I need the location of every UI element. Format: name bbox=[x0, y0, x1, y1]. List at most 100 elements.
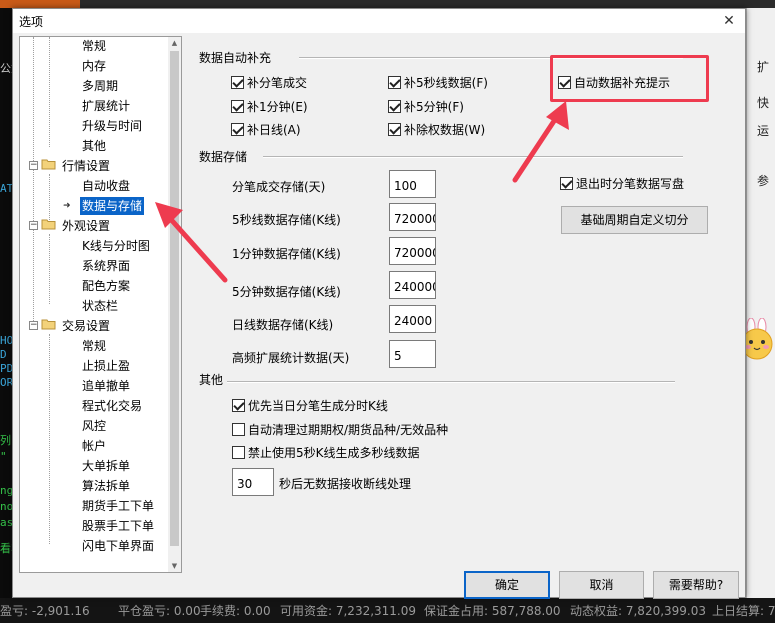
checkbox-label: 补5秒线数据(F) bbox=[404, 75, 488, 90]
daily-storage-label: 日线数据存储(K线) bbox=[232, 318, 334, 332]
status-item: 动态权益: 7,820,399.03 bbox=[570, 604, 707, 618]
checkbox-label: 补分笔成交 bbox=[247, 75, 308, 90]
tree-item-algo-split[interactable]: 算法拆单 bbox=[82, 477, 130, 495]
checkbox-fill-1min[interactable]: 补1分钟(E) bbox=[231, 97, 308, 115]
selected-pointer-icon: ➜ bbox=[63, 201, 71, 211]
checkbox-prefer-ticks[interactable]: 优先当日分笔生成分时K线 bbox=[232, 396, 388, 414]
tree-item-large-split[interactable]: 大单拆单 bbox=[82, 457, 130, 475]
tree-item-risk-control[interactable]: 风控 bbox=[82, 417, 106, 435]
background-status-bar: 盈亏: -2,901.16 平仓盈亏: 0.00 手续费: 0.00 可用资金:… bbox=[0, 598, 775, 623]
checkbox-fill-ticks[interactable]: 补分笔成交 bbox=[231, 73, 307, 91]
checkbox-exit-write[interactable]: 退出时分笔数据写盘 bbox=[560, 174, 684, 192]
checkbox-box[interactable] bbox=[231, 75, 244, 89]
side-label: 扩 bbox=[757, 60, 770, 74]
scroll-down-icon[interactable]: ▼ bbox=[168, 560, 181, 572]
tree-item-system-ui[interactable]: 系统界面 bbox=[82, 257, 130, 275]
checkbox-box[interactable] bbox=[232, 398, 245, 412]
5s-storage-input[interactable] bbox=[389, 203, 436, 231]
background-active-tab bbox=[0, 0, 80, 8]
tree-item-stock-manual[interactable]: 股票手工下单 bbox=[82, 517, 154, 535]
side-label: 参 bbox=[757, 174, 770, 188]
tick-storage-input[interactable] bbox=[389, 170, 436, 198]
status-item: 保证金占用: 587,788.00 bbox=[424, 604, 561, 618]
tree-item-chase-cancel[interactable]: 追单撤单 bbox=[82, 377, 130, 395]
storage-group-title: 数据存储 bbox=[199, 150, 248, 164]
folder-open-icon bbox=[41, 159, 56, 170]
tree-item-programmatic[interactable]: 程式化交易 bbox=[82, 397, 142, 415]
1min-storage-label: 1分钟数据存储(K线) bbox=[232, 247, 341, 261]
checkbox-label: 退出时分笔数据写盘 bbox=[576, 176, 685, 191]
tree-scrollbar[interactable]: ▲ ▼ bbox=[168, 37, 181, 572]
timeout-input[interactable] bbox=[232, 468, 274, 496]
dialog-title: 选项 bbox=[19, 15, 44, 29]
tick-storage-label: 分笔成交存储(天) bbox=[232, 180, 326, 194]
tree-item-upgrade-time[interactable]: 升级与时间 bbox=[82, 117, 142, 135]
options-dialog: 选项 ✕ − − − ➜ 常规 内存 多周期 扩展统计 升级与时间 其他 行情设… bbox=[12, 8, 746, 599]
scrollbar-thumb[interactable] bbox=[170, 51, 179, 546]
tree-item-trade-general[interactable]: 常规 bbox=[82, 337, 106, 355]
tree-item-flash-order[interactable]: 闪电下单界面 bbox=[82, 537, 154, 555]
tree-item-account[interactable]: 帐户 bbox=[82, 437, 106, 455]
collapse-icon[interactable]: − bbox=[29, 221, 38, 230]
background-side-panel: 扩 快 运 参 bbox=[746, 8, 775, 598]
5min-storage-input[interactable] bbox=[389, 271, 436, 299]
tree-item-other[interactable]: 其他 bbox=[82, 137, 106, 155]
highlight-box bbox=[550, 55, 709, 102]
checkbox-box[interactable] bbox=[388, 75, 401, 89]
hf-stats-input[interactable] bbox=[389, 340, 436, 368]
settings-tree: − − − ➜ 常规 内存 多周期 扩展统计 升级与时间 其他 行情设置 自动收… bbox=[19, 36, 182, 573]
tree-item-appearance-settings[interactable]: 外观设置 bbox=[62, 217, 110, 235]
status-item: 手续费: 0.00 bbox=[200, 604, 271, 618]
tree-item-multi-period[interactable]: 多周期 bbox=[82, 77, 118, 95]
auto-fill-group-title: 数据自动补充 bbox=[199, 51, 272, 65]
checkbox-fill-5s[interactable]: 补5秒线数据(F) bbox=[388, 73, 488, 91]
tree-item-market-settings[interactable]: 行情设置 bbox=[62, 157, 110, 175]
close-icon[interactable]: ✕ bbox=[719, 11, 739, 31]
group-divider bbox=[263, 156, 683, 158]
checkbox-box[interactable] bbox=[560, 176, 573, 190]
group-divider bbox=[227, 381, 675, 383]
side-label: 运 bbox=[757, 124, 770, 138]
custom-split-button[interactable]: 基础周期自定义切分 bbox=[561, 206, 708, 234]
scroll-up-icon[interactable]: ▲ bbox=[168, 37, 181, 49]
ok-button[interactable]: 确定 bbox=[464, 571, 550, 599]
other-group-title: 其他 bbox=[199, 373, 224, 387]
checkbox-forbid-5s[interactable]: 禁止使用5秒K线生成多秒线数据 bbox=[232, 443, 420, 461]
status-item: 上日结算: 7 bbox=[712, 604, 775, 618]
checkbox-box[interactable] bbox=[388, 122, 401, 136]
tree-item-trade-settings[interactable]: 交易设置 bbox=[62, 317, 110, 335]
tree-item-kline-timeshare[interactable]: K线与分时图 bbox=[82, 237, 150, 255]
checkbox-label: 禁止使用5秒K线生成多秒线数据 bbox=[248, 445, 420, 460]
tree-item-status-bar[interactable]: 状态栏 bbox=[82, 297, 118, 315]
tree-item-extended-stats[interactable]: 扩展统计 bbox=[82, 97, 130, 115]
checkbox-fill-dividend[interactable]: 补除权数据(W) bbox=[388, 120, 485, 138]
checkbox-fill-5min[interactable]: 补5分钟(F) bbox=[388, 97, 464, 115]
tree-item-color-scheme[interactable]: 配色方案 bbox=[82, 277, 130, 295]
checkbox-box[interactable] bbox=[388, 99, 401, 113]
1min-storage-input[interactable] bbox=[389, 237, 436, 265]
tree-item-auto-close[interactable]: 自动收盘 bbox=[82, 177, 130, 195]
checkbox-auto-clean[interactable]: 自动清理过期期权/期货品种/无效品种 bbox=[232, 420, 448, 438]
tree-item-data-storage[interactable]: 数据与存储 bbox=[80, 197, 145, 215]
tree-item-general[interactable]: 常规 bbox=[82, 37, 106, 55]
tree-item-stop-loss[interactable]: 止损止盈 bbox=[82, 357, 130, 375]
checkbox-box[interactable] bbox=[232, 445, 245, 459]
folder-open-icon bbox=[41, 219, 56, 230]
checkbox-label: 自动清理过期期权/期货品种/无效品种 bbox=[248, 422, 449, 437]
checkbox-box[interactable] bbox=[231, 122, 244, 136]
tree-item-futures-manual[interactable]: 期货手工下单 bbox=[82, 497, 154, 515]
collapse-icon[interactable]: − bbox=[29, 161, 38, 170]
side-label: 快 bbox=[757, 96, 770, 110]
collapse-icon[interactable]: − bbox=[29, 321, 38, 330]
status-item: 盈亏: -2,901.16 bbox=[0, 604, 90, 618]
5s-storage-label: 5秒线数据存储(K线) bbox=[232, 213, 341, 227]
cancel-button[interactable]: 取消 bbox=[559, 571, 644, 599]
checkbox-label: 补日线(A) bbox=[247, 122, 301, 137]
checkbox-box[interactable] bbox=[231, 99, 244, 113]
daily-storage-input[interactable] bbox=[389, 305, 436, 333]
help-button[interactable]: 需要帮助? bbox=[653, 571, 739, 599]
5min-storage-label: 5分钟数据存储(K线) bbox=[232, 285, 341, 299]
checkbox-box[interactable] bbox=[232, 422, 245, 436]
tree-item-memory[interactable]: 内存 bbox=[82, 57, 106, 75]
checkbox-fill-daily[interactable]: 补日线(A) bbox=[231, 120, 301, 138]
